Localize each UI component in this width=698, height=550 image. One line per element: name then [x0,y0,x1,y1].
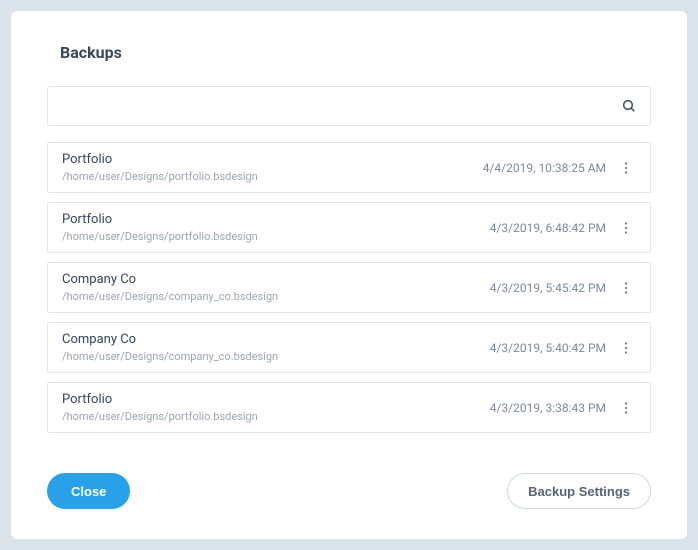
page-title: Backups [47,43,651,62]
search-wrap [47,86,651,126]
backups-dialog: Backups Portfolio /home/user/Designs/por… [11,11,687,539]
backup-item-name: Company Co [62,332,482,347]
backup-list-item[interactable]: Portfolio /home/user/Designs/portfolio.b… [47,382,651,433]
backup-item-name: Portfolio [62,212,482,227]
search-icon[interactable] [621,98,637,114]
backup-item-path: /home/user/Designs/company_co.bsdesign [62,290,482,303]
backup-settings-button[interactable]: Backup Settings [507,473,651,509]
backup-list-item[interactable]: Company Co /home/user/Designs/company_co… [47,322,651,373]
close-button[interactable]: Close [47,473,130,509]
dialog-footer: Close Backup Settings [47,473,651,509]
backup-item-path: /home/user/Designs/portfolio.bsdesign [62,410,482,423]
backup-list-item[interactable]: Portfolio /home/user/Designs/portfolio.b… [47,142,651,193]
backup-item-path: /home/user/Designs/company_co.bsdesign [62,350,482,363]
more-icon[interactable] [614,216,638,240]
more-icon[interactable] [614,276,638,300]
backup-list-item[interactable]: Portfolio /home/user/Designs/portfolio.b… [47,202,651,253]
backup-item-time: 4/4/2019, 10:38:25 AM [483,161,606,175]
backup-list-item[interactable]: Company Co /home/user/Designs/company_co… [47,262,651,313]
more-icon[interactable] [614,336,638,360]
more-icon[interactable] [614,156,638,180]
backup-list: Portfolio /home/user/Designs/portfolio.b… [47,142,651,433]
backup-item-path: /home/user/Designs/portfolio.bsdesign [62,170,475,183]
backup-item-name: Company Co [62,272,482,287]
backup-item-name: Portfolio [62,152,475,167]
backup-item-name: Portfolio [62,392,482,407]
search-input[interactable] [47,86,651,126]
backup-item-time: 4/3/2019, 5:40:42 PM [490,341,606,355]
more-icon[interactable] [614,396,638,420]
backup-item-time: 4/3/2019, 5:45:42 PM [490,281,606,295]
backup-item-path: /home/user/Designs/portfolio.bsdesign [62,230,482,243]
backup-item-time: 4/3/2019, 3:38:43 PM [490,401,606,415]
backup-item-time: 4/3/2019, 6:48:42 PM [490,221,606,235]
